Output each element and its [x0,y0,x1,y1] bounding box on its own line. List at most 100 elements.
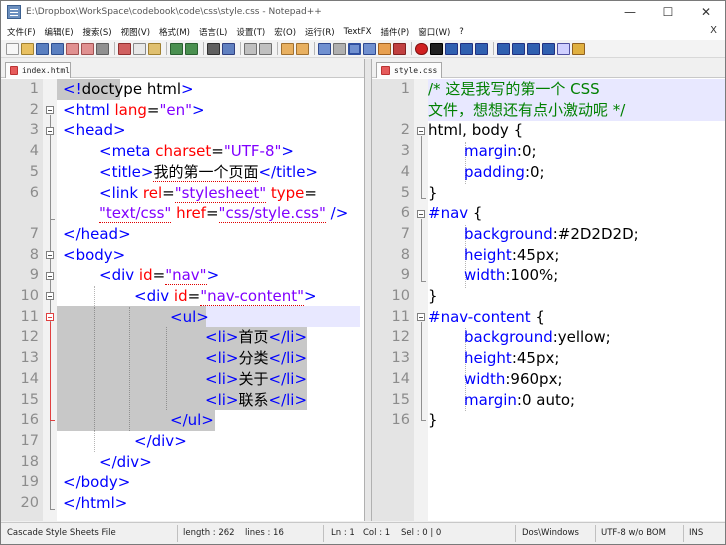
line-number: 12 [391,329,410,346]
menu-language[interactable]: 语言(L) [199,26,227,38]
css-property: margin [464,142,517,161]
zoom-out-icon[interactable] [259,42,272,55]
line-number: 2 [29,101,39,118]
tag-name: </ul> [170,411,214,430]
plugin-icon[interactable] [572,42,585,55]
save-icon[interactable] [36,42,49,55]
css-value: :960px; [505,369,563,388]
tag-name: <ul> [170,307,209,326]
code-line: <ul> [57,307,364,328]
attr-value: "en" [159,100,193,119]
function-list-icon[interactable] [393,42,406,55]
toolbar-separator [277,42,278,55]
run-macro-multiple-icon[interactable] [460,42,473,55]
menu-format[interactable]: 格式(M) [159,26,190,38]
equals: = [211,142,224,161]
play-macro-icon[interactable] [445,42,458,55]
save-all-icon[interactable] [51,42,64,55]
tag-close: > [281,142,294,161]
brace: { [508,121,524,140]
code-line: #nav { [428,203,725,224]
status-bar: Cascade Style Sheets File length : 262 l… [1,522,725,544]
menu-textfx[interactable]: TextFX [344,27,372,37]
replace-icon[interactable] [222,42,235,55]
css-comment: 文件，想想还有点小激动呢 */ [428,100,626,119]
copy-icon[interactable] [133,42,146,55]
window-controls: — ☐ ✕ [611,1,725,23]
tag-close: > [192,100,205,119]
line-number: 6 [400,205,410,222]
doc-map-icon[interactable] [378,42,391,55]
menu-help[interactable]: ? [459,27,464,37]
tab-style-css[interactable]: style.css [376,62,442,78]
menu-view[interactable]: 视图(V) [121,26,150,38]
maximize-button[interactable]: ☐ [649,1,687,23]
close-document-icon[interactable]: X [710,25,717,36]
sort-down-icon[interactable] [512,42,525,55]
word-wrap-icon[interactable] [318,42,331,55]
paste-icon[interactable] [148,42,161,55]
save-macro-icon[interactable] [475,42,488,55]
record-macro-icon[interactable] [415,42,428,55]
close-file-icon[interactable] [66,42,79,55]
show-all-chars-icon[interactable] [333,42,346,55]
undo-icon[interactable] [170,42,183,55]
sync-vertical-icon[interactable] [281,42,294,55]
code-line: <li>分类</li> [57,348,364,369]
menu-file[interactable]: 文件(F) [7,26,36,38]
tag-name: <div [134,287,174,305]
li-text: 关于 [238,369,269,388]
menu-plugins[interactable]: 插件(P) [380,26,409,38]
code-line: background:yellow; [428,327,725,348]
print-icon[interactable] [96,42,109,55]
menu-settings[interactable]: 设置(T) [236,26,265,38]
open-file-icon[interactable] [21,42,34,55]
spellcheck-icon[interactable] [557,42,570,55]
stop-macro-icon[interactable] [430,42,443,55]
redo-icon[interactable] [185,42,198,55]
brace: { [530,307,545,326]
line-number: 14 [391,370,410,387]
menu-search[interactable]: 搜索(S) [83,26,112,38]
status-eol[interactable]: Dos\Windows [522,528,579,538]
arrow-down-icon[interactable] [527,42,540,55]
css-value: :45px; [511,245,560,264]
close-button[interactable]: ✕ [687,1,725,23]
status-insert-mode[interactable]: INS [689,528,703,538]
indent-guide-icon[interactable] [348,42,361,55]
menu-window[interactable]: 窗口(W) [418,26,450,38]
cut-icon[interactable] [118,42,131,55]
new-file-icon[interactable] [6,42,19,55]
line-number: 6 [29,184,39,201]
equals: = [187,287,201,305]
minimize-button[interactable]: — [611,1,649,23]
close-all-icon[interactable] [81,42,94,55]
css-value: :0 auto; [516,390,576,409]
line-number: 11 [20,308,39,325]
line-number: 17 [20,432,39,449]
user-language-icon[interactable] [363,42,376,55]
code-line: /* 这是我写的第一个 CSS [428,79,725,100]
css-selector: #nav-content [428,307,531,326]
line-number: 1 [29,81,39,97]
tag-name: <head> [63,121,126,140]
attr-value: "text/css" [99,204,172,224]
status-encoding[interactable]: UTF-8 w/o BOM [601,528,666,538]
html-editor[interactable]: 1 2 3 4 5 6 7 8 9 10 11 12 13 14 15 16 1… [1,79,364,521]
sync-horizontal-icon[interactable] [296,42,309,55]
code-line: <li>首页</li> [57,327,364,348]
zoom-in-icon[interactable] [244,42,257,55]
menu-edit[interactable]: 编辑(E) [45,26,74,38]
list-icon[interactable] [542,42,555,55]
menu-run[interactable]: 运行(R) [305,26,335,38]
tag-name: <body> [63,245,126,264]
tag-name: </li> [268,390,308,409]
tag-close: > [304,287,317,305]
tab-index-html[interactable]: index.html [5,62,71,78]
code-line: </head> [57,224,364,245]
sort-up-icon[interactable] [497,42,510,55]
tag-name: <meta [99,142,156,161]
find-icon[interactable] [207,42,220,55]
menu-macro[interactable]: 宏(O) [274,26,296,38]
css-editor[interactable]: 1 2 3 4 5 6 7 8 9 10 11 12 13 14 15 16 /… [372,79,725,521]
